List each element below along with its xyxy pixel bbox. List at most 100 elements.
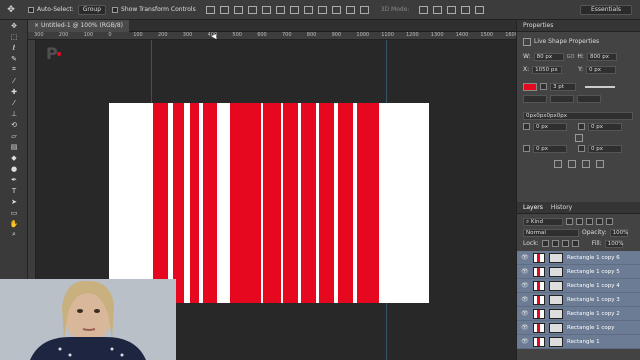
marquee-icon[interactable]: ⬚: [0, 31, 28, 42]
align-left-icon[interactable]: [247, 5, 257, 14]
path-intersect-icon[interactable]: [581, 159, 590, 168]
workspace-switcher[interactable]: Essentials: [580, 5, 632, 15]
3d-drag-icon[interactable]: [447, 5, 457, 14]
corner-tr-field[interactable]: 0 px: [588, 122, 622, 131]
link-dimensions-button[interactable]: GO: [567, 54, 575, 60]
layer-name[interactable]: Rectangle 1 copy 3: [567, 297, 620, 303]
hand-icon[interactable]: ✋: [0, 218, 28, 229]
path-select-icon[interactable]: ➤: [0, 196, 28, 207]
distribute-left-icon[interactable]: [331, 5, 341, 14]
document-tab-close-icon[interactable]: ×: [34, 22, 41, 29]
layer-row[interactable]: 👁 Rectangle 1: [517, 335, 640, 349]
brush-icon[interactable]: ⁄: [0, 97, 28, 108]
align-vcenter-icon[interactable]: [219, 5, 229, 14]
history-tab[interactable]: History: [551, 202, 572, 213]
lock-all-icon[interactable]: [571, 240, 579, 247]
auto-select-checkbox[interactable]: [28, 6, 34, 13]
auto-select-dropdown[interactable]: Group: [77, 4, 107, 15]
filter-shape-icon[interactable]: [596, 218, 603, 225]
layer-row[interactable]: 👁 Rectangle 1 copy 5: [517, 265, 640, 279]
dodge-icon[interactable]: ●: [0, 163, 28, 174]
align-hcenter-icon[interactable]: [261, 5, 271, 14]
corner-bl-field[interactable]: 0 px: [533, 144, 567, 153]
red-rectangle-shape[interactable]: [337, 103, 353, 303]
visibility-eye-icon[interactable]: 👁: [521, 296, 529, 303]
visibility-eye-icon[interactable]: 👁: [521, 282, 529, 289]
stamp-icon[interactable]: ⊥: [0, 108, 28, 119]
path-combine-icon[interactable]: [553, 159, 562, 168]
visibility-eye-icon[interactable]: 👁: [521, 338, 529, 345]
lock-position-icon[interactable]: [561, 240, 569, 247]
eyedropper-icon[interactable]: ⁄: [0, 75, 28, 86]
properties-tab[interactable]: Properties: [517, 20, 640, 32]
pen-icon[interactable]: ✒: [0, 174, 28, 185]
layer-row[interactable]: 👁 Rectangle 1 copy 3: [517, 293, 640, 307]
3d-roll-icon[interactable]: [433, 5, 443, 14]
layer-name[interactable]: Rectangle 1 copy 5: [567, 269, 620, 275]
shape-icon[interactable]: ▭: [0, 207, 28, 218]
fill-field[interactable]: 100%: [604, 239, 623, 248]
gradient-icon[interactable]: ▤: [0, 141, 28, 152]
link-corners-icon[interactable]: [574, 133, 583, 142]
red-rectangle-shape[interactable]: [301, 103, 317, 303]
fill-color-swatch[interactable]: [523, 82, 537, 91]
layer-name[interactable]: Rectangle 1: [567, 339, 600, 345]
zoom-icon[interactable]: ⌕: [0, 229, 28, 240]
red-rectangle-shape[interactable]: [318, 103, 334, 303]
red-rectangle-shape[interactable]: [172, 103, 185, 303]
visibility-eye-icon[interactable]: 👁: [521, 310, 529, 317]
corner-br-field[interactable]: 0 px: [588, 144, 622, 153]
visibility-eye-icon[interactable]: 👁: [521, 268, 529, 275]
align-right-icon[interactable]: [275, 5, 285, 14]
layer-filter-dropdown[interactable]: ⌕ Kind: [523, 217, 563, 226]
layer-name[interactable]: Rectangle 1 copy 4: [567, 283, 620, 289]
3d-scale-icon[interactable]: [475, 5, 485, 14]
distribute-vcenter-icon[interactable]: [303, 5, 313, 14]
move-icon[interactable]: ✥: [0, 20, 28, 31]
quick-select-icon[interactable]: ✎: [0, 53, 28, 64]
3d-slide-icon[interactable]: [461, 5, 471, 14]
red-rectangle-shape[interactable]: [263, 103, 281, 303]
y-field[interactable]: 0 px: [586, 65, 617, 74]
lock-image-icon[interactable]: [551, 240, 559, 247]
blur-icon[interactable]: ◆: [0, 152, 28, 163]
layer-row[interactable]: 👁 Rectangle 1 copy 6: [517, 251, 640, 265]
stroke-corners-dropdown[interactable]: [577, 94, 601, 103]
corner-radius-summary[interactable]: 0px0px0px0px: [523, 111, 633, 120]
stroke-caps-dropdown[interactable]: [550, 94, 574, 103]
height-field[interactable]: 800 px: [586, 52, 617, 61]
red-rectangle-shape[interactable]: [152, 103, 168, 303]
path-exclude-icon[interactable]: [595, 159, 604, 168]
crop-icon[interactable]: ⌗: [0, 64, 28, 75]
align-bottom-icon[interactable]: [233, 5, 243, 14]
stroke-color-swatch[interactable]: [540, 83, 547, 90]
layers-tab[interactable]: Layers: [523, 202, 543, 213]
stroke-type-dropdown[interactable]: [585, 85, 615, 88]
layer-name[interactable]: Rectangle 1 copy 2: [567, 311, 620, 317]
filter-pixel-icon[interactable]: [566, 218, 573, 225]
red-rectangle-shape[interactable]: [357, 103, 380, 303]
lasso-icon[interactable]: ℓ: [0, 42, 28, 53]
x-field[interactable]: 1050 px: [532, 65, 563, 74]
layer-row[interactable]: 👁 Rectangle 1 copy: [517, 321, 640, 335]
red-rectangle-shape[interactable]: [283, 103, 299, 303]
align-top-icon[interactable]: [205, 5, 215, 14]
stroke-width-field[interactable]: 3 pt: [550, 82, 576, 91]
red-rectangle-shape[interactable]: [230, 103, 261, 303]
move-tool-icon[interactable]: ✥: [0, 0, 22, 20]
distribute-top-icon[interactable]: [289, 5, 299, 14]
blend-mode-dropdown[interactable]: Normal: [523, 228, 579, 237]
distribute-hcenter-icon[interactable]: [345, 5, 355, 14]
layer-row[interactable]: 👁 Rectangle 1 copy 4: [517, 279, 640, 293]
document-tab[interactable]: × Untitled-1 @ 100% (RGB/8): [28, 20, 129, 32]
stroke-align-dropdown[interactable]: [523, 94, 547, 103]
healing-icon[interactable]: ✚: [0, 86, 28, 97]
3d-rotate-icon[interactable]: [419, 5, 429, 14]
history-brush-icon[interactable]: ⟲: [0, 119, 28, 130]
lock-pixels-icon[interactable]: [541, 240, 549, 247]
path-subtract-icon[interactable]: [567, 159, 576, 168]
distribute-right-icon[interactable]: [359, 5, 369, 14]
layer-name[interactable]: Rectangle 1 copy: [567, 325, 615, 331]
filter-type-icon[interactable]: [586, 218, 593, 225]
red-rectangle-shape[interactable]: [202, 103, 217, 303]
